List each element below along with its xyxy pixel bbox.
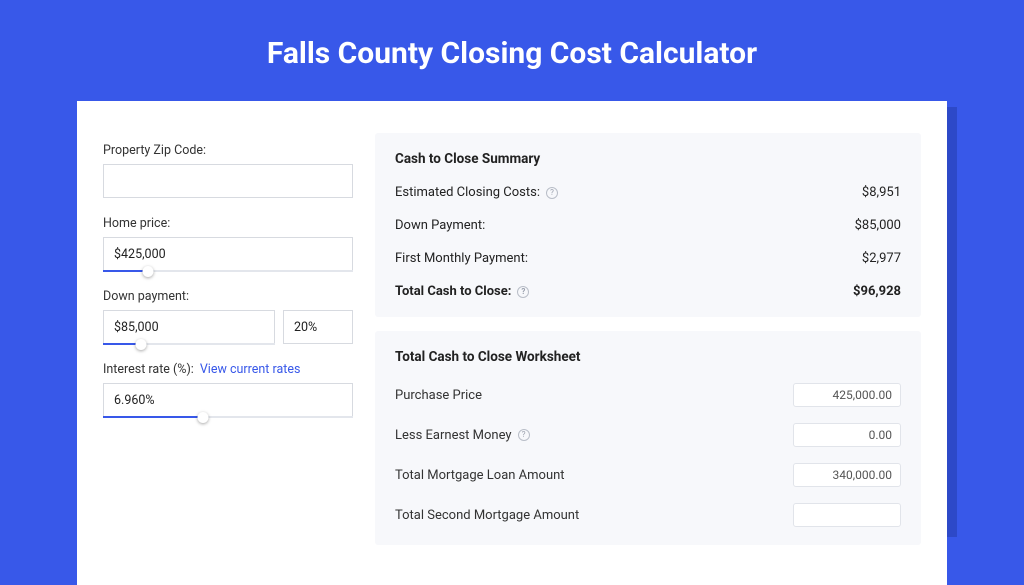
home-price-label: Home price: — [103, 216, 353, 231]
zip-field: Property Zip Code: — [103, 143, 353, 198]
summary-label: First Monthly Payment: — [395, 251, 528, 266]
worksheet-label: Purchase Price — [395, 388, 482, 403]
slider-thumb[interactable] — [143, 266, 154, 277]
results-column: Cash to Close Summary Estimated Closing … — [375, 133, 921, 559]
summary-row-total: Total Cash to Close: ? $96,928 — [395, 284, 901, 299]
slider-thumb[interactable] — [135, 339, 146, 350]
help-icon[interactable]: ? — [518, 429, 530, 441]
summary-value: $8,951 — [862, 185, 901, 200]
worksheet-row: Purchase Price — [395, 383, 901, 407]
summary-row: Down Payment: $85,000 — [395, 218, 901, 233]
down-payment-slider[interactable] — [103, 310, 275, 344]
slider-fill — [103, 416, 203, 418]
worksheet-input[interactable] — [793, 503, 901, 527]
inputs-column: Property Zip Code: Home price: Down paym… — [103, 133, 353, 559]
interest-rate-field: Interest rate (%): View current rates — [103, 362, 353, 417]
home-price-input[interactable] — [103, 237, 353, 271]
down-payment-label: Down payment: — [103, 289, 353, 304]
help-icon[interactable]: ? — [517, 286, 529, 298]
down-payment-input[interactable] — [103, 310, 275, 344]
summary-value: $2,977 — [862, 251, 901, 266]
summary-row: Estimated Closing Costs: ? $8,951 — [395, 185, 901, 200]
home-price-slider[interactable] — [103, 237, 353, 271]
summary-heading: Cash to Close Summary — [395, 151, 901, 167]
worksheet-label: Total Second Mortgage Amount — [395, 508, 579, 523]
help-icon[interactable]: ? — [546, 187, 558, 199]
slider-fill — [103, 270, 148, 272]
card-wrap: Property Zip Code: Home price: Down paym… — [77, 101, 947, 585]
worksheet-input[interactable] — [793, 463, 901, 487]
worksheet-label: Total Mortgage Loan Amount — [395, 468, 565, 483]
calculator-card: Property Zip Code: Home price: Down paym… — [77, 101, 947, 585]
page-title: Falls County Closing Cost Calculator — [0, 0, 1024, 101]
interest-rate-slider[interactable] — [103, 383, 353, 417]
interest-rate-label: Interest rate (%): — [103, 362, 194, 377]
zip-input[interactable] — [103, 164, 353, 198]
down-payment-field: Down payment: — [103, 289, 353, 344]
worksheet-heading: Total Cash to Close Worksheet — [395, 349, 901, 365]
summary-panel: Cash to Close Summary Estimated Closing … — [375, 133, 921, 317]
down-payment-pct-box — [283, 310, 353, 344]
summary-value: $85,000 — [855, 218, 901, 233]
slider-thumb[interactable] — [198, 412, 209, 423]
summary-label: Estimated Closing Costs: — [395, 185, 540, 200]
worksheet-row: Total Second Mortgage Amount — [395, 503, 901, 527]
worksheet-label: Less Earnest Money — [395, 428, 512, 443]
summary-value: $96,928 — [853, 284, 901, 299]
summary-row: First Monthly Payment: $2,977 — [395, 251, 901, 266]
worksheet-input[interactable] — [793, 423, 901, 447]
worksheet-row: Less Earnest Money ? — [395, 423, 901, 447]
interest-rate-input[interactable] — [103, 383, 353, 417]
zip-label: Property Zip Code: — [103, 143, 353, 158]
worksheet-input[interactable] — [793, 383, 901, 407]
summary-label: Total Cash to Close: — [395, 284, 511, 299]
view-rates-link[interactable]: View current rates — [200, 362, 301, 377]
down-payment-pct-input[interactable] — [283, 310, 353, 344]
worksheet-panel: Total Cash to Close Worksheet Purchase P… — [375, 331, 921, 545]
worksheet-row: Total Mortgage Loan Amount — [395, 463, 901, 487]
home-price-field: Home price: — [103, 216, 353, 271]
summary-label: Down Payment: — [395, 218, 485, 233]
